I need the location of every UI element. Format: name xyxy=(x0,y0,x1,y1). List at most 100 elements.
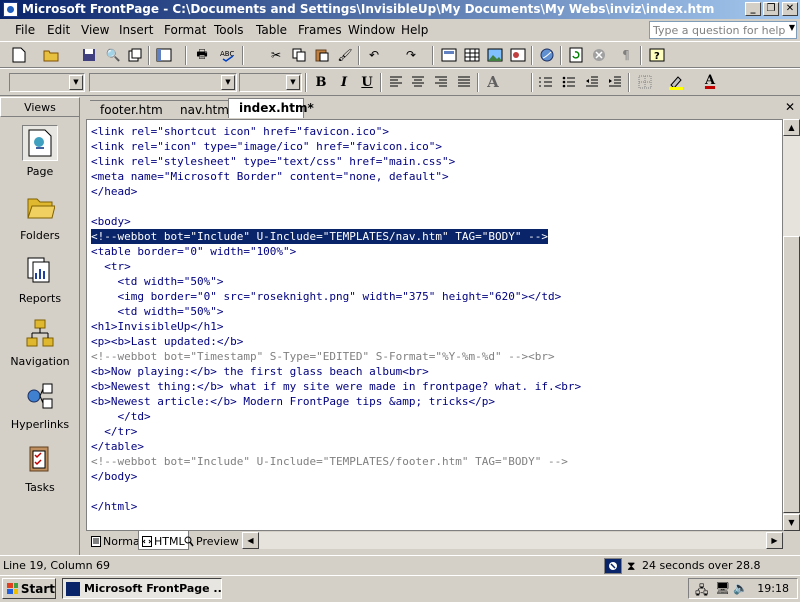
vertical-scrollbar[interactable]: ▲ ▼ xyxy=(783,119,800,531)
code-line[interactable]: <td width="50%"> xyxy=(91,304,581,319)
close-button[interactable]: ✕ xyxy=(782,2,798,16)
chevron-down-icon[interactable]: ▼ xyxy=(286,75,300,90)
html-code-editor[interactable]: <link rel="shortcut icon" href="favicon.… xyxy=(86,119,783,531)
hyperlink-icon[interactable] xyxy=(538,46,556,64)
code-line[interactable]: <tr> xyxy=(91,259,581,274)
insert-table-icon[interactable] xyxy=(463,46,481,64)
menu-window[interactable]: Window xyxy=(348,23,395,37)
style-combo[interactable]: ▼ xyxy=(9,73,85,92)
start-button[interactable]: Start xyxy=(2,578,56,599)
italic-button[interactable]: I xyxy=(335,73,353,91)
toggle-pane-icon[interactable] xyxy=(155,46,173,64)
open-icon[interactable] xyxy=(42,46,60,64)
align-center-icon[interactable] xyxy=(409,73,427,91)
menu-frames[interactable]: Frames xyxy=(298,23,342,37)
view-folders[interactable]: Folders xyxy=(0,189,80,251)
print-icon[interactable]: 🖶 xyxy=(193,46,211,64)
code-line[interactable] xyxy=(91,484,581,499)
publish-icon[interactable] xyxy=(126,46,144,64)
new-page-icon[interactable] xyxy=(10,46,28,64)
bullets-icon[interactable] xyxy=(560,73,578,91)
decrease-indent-icon[interactable] xyxy=(583,73,601,91)
align-right-icon[interactable] xyxy=(432,73,450,91)
tab-footer[interactable]: footer.htm xyxy=(90,100,170,118)
maximize-button[interactable]: ❐ xyxy=(763,2,779,16)
code-line[interactable]: <b>Now playing:</b> the first glass beac… xyxy=(91,364,581,379)
spelling-icon[interactable]: ABC xyxy=(219,46,237,64)
refresh-icon[interactable] xyxy=(567,46,585,64)
ask-question-input[interactable]: Type a question for help ▼ xyxy=(649,21,797,39)
font-size-combo[interactable]: ▼ xyxy=(239,73,302,92)
title-bar[interactable]: Microsoft FrontPage - C:\Documents and S… xyxy=(0,0,800,19)
code-line[interactable]: <link rel="stylesheet" type="text/css" h… xyxy=(91,154,581,169)
save-icon[interactable] xyxy=(80,46,98,64)
redo-icon[interactable]: ↷ xyxy=(402,46,420,64)
view-hyperlinks[interactable]: Hyperlinks xyxy=(0,378,80,440)
minimize-button[interactable]: _ xyxy=(745,2,761,16)
code-line[interactable]: </body> xyxy=(91,469,581,484)
code-line[interactable]: <meta name="Microsoft Border" content="n… xyxy=(91,169,581,184)
insert-picture-icon[interactable] xyxy=(486,46,504,64)
scroll-right-icon[interactable]: ▶ xyxy=(766,532,783,549)
view-reports[interactable]: Reports xyxy=(0,252,80,314)
show-all-icon[interactable]: ¶ xyxy=(617,46,635,64)
cut-icon[interactable]: ✂ xyxy=(267,46,285,64)
menu-table[interactable]: Table xyxy=(256,23,287,37)
code-line[interactable]: <link rel="shortcut icon" href="favicon.… xyxy=(91,124,581,139)
code-line[interactable]: <table border="0" width="100%"> xyxy=(91,244,581,259)
chevron-down-icon[interactable]: ▼ xyxy=(221,75,235,90)
taskbar-item-frontpage[interactable]: Microsoft FrontPage ... xyxy=(62,578,222,599)
horizontal-scrollbar[interactable]: ◀ ▶ xyxy=(242,532,783,549)
view-tasks[interactable]: Tasks xyxy=(0,441,80,503)
code-line[interactable] xyxy=(91,199,581,214)
code-line[interactable]: <b>Newest thing:</b> what if my site wer… xyxy=(91,379,581,394)
increase-font-button[interactable]: A xyxy=(484,73,502,91)
tab-preview[interactable]: Preview xyxy=(181,531,242,550)
code-line[interactable]: <td width="50%"> xyxy=(91,274,581,289)
bold-button[interactable]: B xyxy=(312,73,330,91)
format-painter-icon[interactable]: 🖌 xyxy=(336,46,354,64)
search-icon[interactable]: 🔍 xyxy=(104,46,122,64)
web-component-icon[interactable] xyxy=(440,46,458,64)
code-line[interactable]: <link rel="icon" type="image/ico" href="… xyxy=(91,139,581,154)
tab-index[interactable]: index.htm* xyxy=(228,98,314,118)
chevron-down-icon[interactable]: ▼ xyxy=(69,75,83,90)
font-color-button[interactable]: A xyxy=(701,71,719,89)
view-navigation[interactable]: Navigation xyxy=(0,315,80,377)
code-line[interactable]: <img border="0" src="roseknight.png" wid… xyxy=(91,289,581,304)
menu-help[interactable]: Help xyxy=(401,23,428,37)
code-line[interactable]: </td> xyxy=(91,409,581,424)
display-icon[interactable]: 🖥 xyxy=(715,581,730,595)
font-combo[interactable]: ▼ xyxy=(89,73,237,92)
code-line[interactable]: <!--webbot bot="Timestamp" S-Type="EDITE… xyxy=(91,349,581,364)
align-left-icon[interactable] xyxy=(387,73,405,91)
scroll-up-icon[interactable]: ▲ xyxy=(783,119,800,136)
undo-icon[interactable]: ↶ xyxy=(365,46,383,64)
code-line[interactable]: </table> xyxy=(91,439,581,454)
code-line[interactable]: <p><b>Last updated:</b> xyxy=(91,334,581,349)
help-icon[interactable]: ? xyxy=(648,46,666,64)
justify-icon[interactable] xyxy=(455,73,473,91)
paste-icon[interactable] xyxy=(313,46,331,64)
highlight-icon[interactable] xyxy=(667,73,685,91)
menu-tools[interactable]: Tools xyxy=(214,23,244,37)
increase-indent-icon[interactable] xyxy=(606,73,624,91)
code-line[interactable]: <b>Newest article:</b> Modern FrontPage … xyxy=(91,394,581,409)
code-line[interactable]: </tr> xyxy=(91,424,581,439)
view-page[interactable]: Page xyxy=(0,125,80,187)
borders-icon[interactable] xyxy=(636,73,654,91)
scroll-down-icon[interactable]: ▼ xyxy=(783,514,800,531)
code-line[interactable]: <!--webbot bot="Include" U-Include="TEMP… xyxy=(91,229,581,244)
menu-edit[interactable]: Edit xyxy=(47,23,70,37)
numbering-icon[interactable] xyxy=(537,73,555,91)
copy-icon[interactable] xyxy=(290,46,308,64)
scroll-left-icon[interactable]: ◀ xyxy=(242,532,259,549)
code-line[interactable]: </head> xyxy=(91,184,581,199)
menu-file[interactable]: File xyxy=(15,23,35,37)
dropdown-arrow-icon[interactable]: ▼ xyxy=(789,23,795,32)
network-icon[interactable]: 🖧 xyxy=(695,581,708,602)
underline-button[interactable]: U xyxy=(358,73,376,91)
menu-view[interactable]: View xyxy=(81,23,109,37)
code-line[interactable]: <body> xyxy=(91,214,581,229)
vertical-scroll-thumb[interactable] xyxy=(783,236,800,513)
